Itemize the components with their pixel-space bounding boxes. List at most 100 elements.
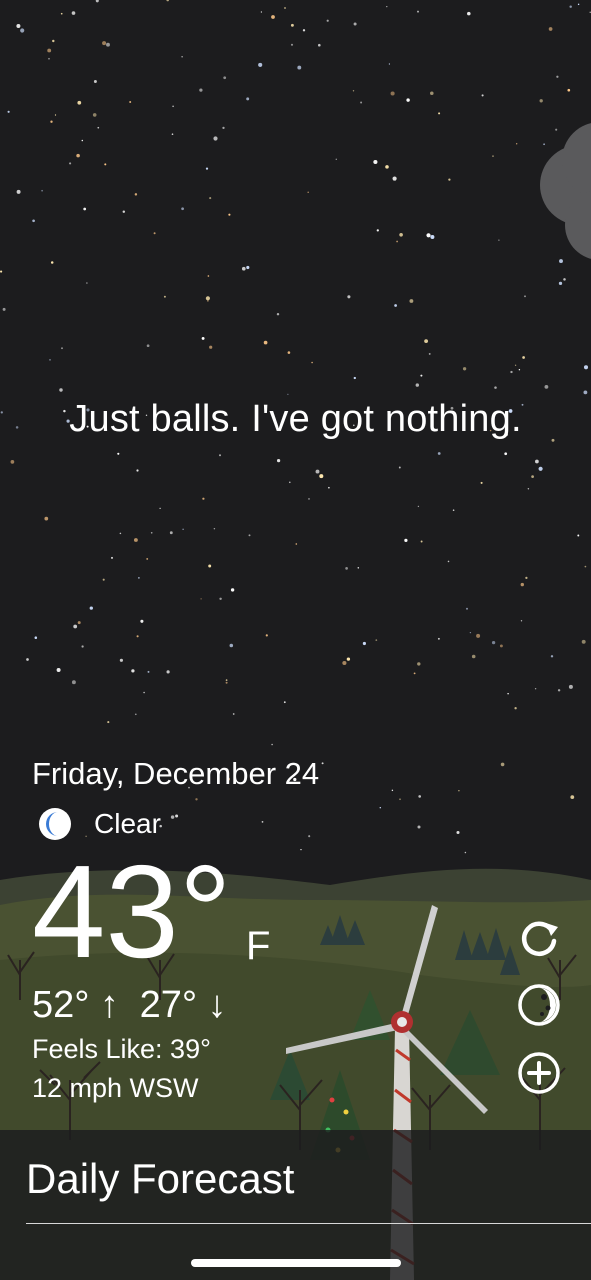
star — [498, 239, 500, 241]
star — [456, 830, 460, 835]
star — [102, 41, 107, 46]
moon-phase-icon[interactable] — [516, 982, 562, 1028]
refresh-icon[interactable] — [516, 915, 562, 961]
add-location-icon[interactable] — [516, 1050, 562, 1096]
star — [520, 582, 524, 587]
star — [119, 532, 122, 535]
star — [261, 821, 264, 823]
star — [140, 619, 144, 623]
star — [71, 11, 76, 15]
daily-forecast-panel[interactable] — [0, 1130, 591, 1280]
star — [345, 567, 348, 570]
star — [417, 505, 420, 508]
star — [219, 597, 222, 601]
star — [225, 679, 228, 681]
star — [263, 340, 268, 345]
star — [418, 795, 422, 798]
star — [246, 265, 250, 270]
star — [119, 658, 123, 662]
star — [283, 701, 286, 704]
star — [229, 643, 234, 648]
star — [181, 207, 184, 211]
star — [524, 295, 526, 298]
star — [426, 233, 431, 238]
star — [83, 207, 87, 211]
star — [514, 707, 517, 710]
star — [319, 474, 324, 479]
star — [134, 193, 138, 196]
star — [199, 88, 203, 92]
star — [131, 669, 135, 673]
star — [584, 565, 587, 568]
star — [577, 3, 580, 6]
star — [415, 383, 419, 387]
star — [321, 762, 324, 765]
star — [504, 452, 508, 456]
star — [424, 339, 429, 344]
star — [388, 63, 391, 65]
star — [73, 624, 78, 629]
star — [287, 393, 289, 395]
star — [171, 133, 174, 136]
star — [2, 307, 6, 311]
star — [265, 634, 268, 637]
current-date: Friday, December 24 — [32, 756, 320, 791]
star — [195, 798, 198, 801]
star — [104, 163, 107, 166]
star — [209, 197, 212, 200]
star — [514, 364, 517, 366]
star — [248, 534, 251, 537]
star — [360, 101, 363, 104]
star — [213, 136, 218, 141]
star — [56, 668, 61, 672]
star — [308, 835, 311, 838]
star — [77, 100, 82, 105]
star — [491, 640, 496, 645]
star — [20, 28, 25, 33]
star — [458, 789, 460, 792]
star — [531, 475, 534, 478]
star — [106, 42, 110, 47]
star — [260, 11, 263, 13]
home-indicator[interactable] — [191, 1259, 401, 1267]
star — [413, 672, 416, 675]
star — [16, 24, 21, 28]
star — [102, 578, 105, 581]
star — [138, 577, 140, 579]
star — [136, 469, 139, 472]
daily-forecast-title[interactable]: Daily Forecast — [26, 1155, 294, 1203]
star — [550, 655, 554, 658]
star — [385, 165, 389, 169]
star — [246, 97, 250, 101]
star — [54, 114, 57, 116]
star — [170, 815, 175, 819]
star — [34, 636, 38, 639]
star — [52, 39, 55, 43]
star — [318, 43, 321, 47]
star — [175, 814, 179, 818]
wind-speed: 12 mph WSW — [32, 1073, 199, 1103]
star — [342, 660, 347, 666]
star — [507, 692, 509, 695]
star — [399, 798, 401, 801]
star — [556, 75, 559, 78]
star — [61, 347, 63, 350]
star — [558, 281, 563, 286]
feels-like: Feels Like: 39° — [32, 1034, 211, 1064]
star — [567, 88, 571, 92]
star — [406, 98, 410, 102]
star — [81, 645, 84, 648]
star — [44, 516, 49, 521]
star — [462, 367, 467, 371]
star — [522, 356, 525, 359]
star — [362, 641, 366, 646]
star — [223, 76, 227, 80]
star — [7, 110, 10, 113]
star — [510, 370, 513, 374]
star — [213, 527, 216, 530]
star — [107, 721, 110, 724]
star — [452, 509, 455, 512]
star — [539, 99, 543, 103]
star — [375, 639, 378, 641]
star — [232, 713, 235, 715]
